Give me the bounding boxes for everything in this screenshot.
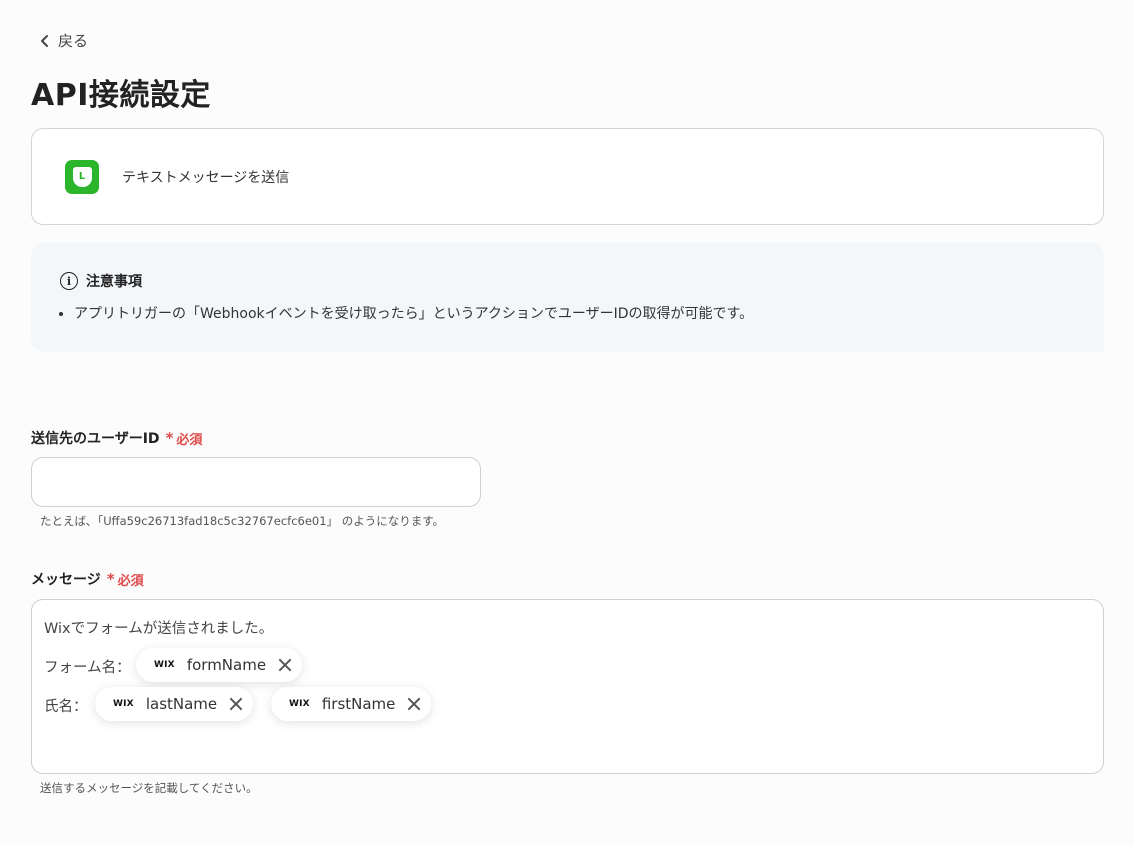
wix-icon: WIX	[289, 699, 310, 709]
user-id-hint: たとえば､「Uffa59c26713fad18c5c32767ecfc6e01」…	[40, 514, 445, 528]
wix-icon: WIX	[113, 699, 134, 709]
message-label: メッセージ * 必須	[31, 569, 144, 589]
required-text: 必須	[117, 573, 144, 589]
required-asterisk-icon: *	[106, 570, 115, 588]
message-label-text: メッセージ	[31, 572, 101, 588]
line-app-icon: L	[65, 159, 99, 194]
info-icon: i	[60, 272, 78, 290]
required-text: 必須	[176, 432, 203, 448]
message-line-1: Wixでフォームが送信されました。	[44, 621, 274, 637]
chip-label: lastName	[145, 695, 218, 713]
notice-panel: i 注意事項 アプリトリガーの「Webhookイベントを受け取ったら」というアク…	[31, 242, 1104, 352]
required-badge: * 必須	[107, 570, 144, 589]
notice-heading-text: 注意事項	[86, 274, 142, 290]
back-link[interactable]: 戻る	[38, 30, 88, 51]
required-asterisk-icon: *	[165, 429, 174, 447]
user-id-label: 送信先のユーザーID * 必須	[31, 428, 202, 448]
variable-chip-lastname[interactable]: WIX lastName	[95, 687, 254, 721]
message-hint: 送信するメッセージを記載してください。	[40, 781, 258, 795]
notice-item: アプリトリガーの「Webhookイベントを受け取ったら」というアクションでユーザ…	[74, 303, 753, 323]
chip-label: formName	[186, 656, 267, 674]
variable-chip-firstname[interactable]: WIX firstName	[271, 687, 432, 721]
notice-list: アプリトリガーの「Webhookイベントを受け取ったら」というアクションでユーザ…	[74, 303, 753, 323]
notice-heading: i 注意事項	[60, 271, 142, 291]
user-id-input[interactable]	[31, 457, 481, 507]
remove-chip-icon[interactable]	[229, 697, 243, 711]
message-form-name-label: フォーム名：	[44, 660, 131, 676]
wix-icon: WIX	[154, 660, 175, 670]
app-action-card: L テキストメッセージを送信	[31, 128, 1104, 225]
remove-chip-icon[interactable]	[278, 658, 292, 672]
chip-label: firstName	[321, 695, 396, 713]
line-logo-mark: L	[72, 166, 92, 187]
chevron-left-icon	[41, 34, 48, 47]
variable-chip-formname[interactable]: WIX formName	[136, 648, 303, 682]
back-label: 戻る	[58, 32, 89, 50]
app-action-label: テキストメッセージを送信	[122, 169, 290, 186]
message-textarea[interactable]: Wixでフォームが送信されました。 フォーム名： WIX formName 氏名…	[31, 599, 1104, 774]
message-name-label: 氏名：	[44, 699, 88, 715]
remove-chip-icon[interactable]	[407, 697, 421, 711]
user-id-label-text: 送信先のユーザーID	[31, 431, 160, 447]
page-title: API接続設定	[31, 78, 211, 113]
required-badge: * 必須	[166, 429, 203, 448]
